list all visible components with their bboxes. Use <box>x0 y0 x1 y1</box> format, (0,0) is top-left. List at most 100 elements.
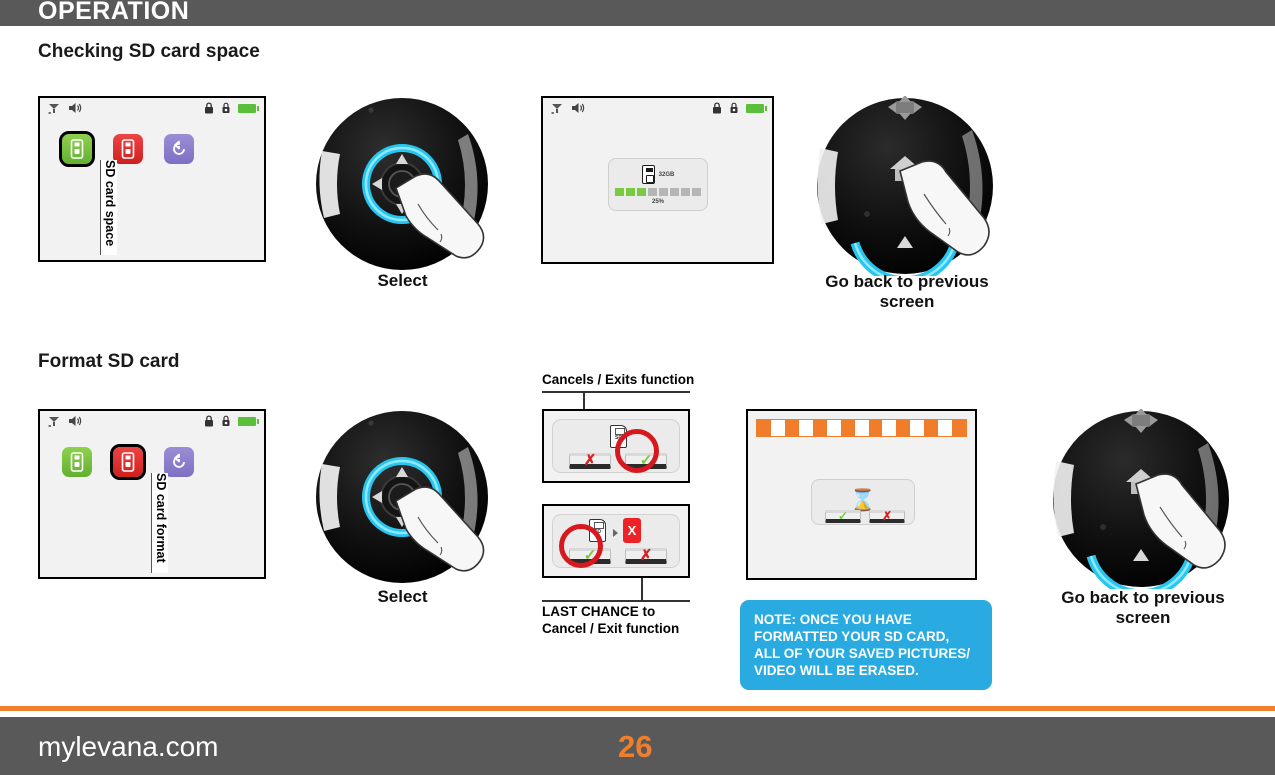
device-screen-sd-card-format-menu: SD card format <box>38 409 266 579</box>
annotation-leader-bottom <box>641 578 643 601</box>
header-bar <box>0 0 1275 26</box>
confirm-button[interactable]: ✓ <box>825 510 861 523</box>
caption-sd-card-space: SD card space <box>100 160 117 255</box>
status-bar <box>543 98 772 120</box>
sd-capacity-row: 32GB <box>641 165 675 184</box>
speaker-icon <box>69 103 82 113</box>
remote-caption-go-back-1: Go back to previous screen <box>825 272 989 311</box>
progress-segment <box>868 420 883 436</box>
section-heading-checking-sd-card-space: Checking SD card space <box>38 41 260 62</box>
sd-usage-segment <box>637 188 646 196</box>
status-right-icons <box>204 102 259 114</box>
sd-usage-segment <box>648 188 657 196</box>
alarm-icon <box>222 415 230 426</box>
cancel-button[interactable]: ✗ <box>869 510 905 523</box>
sd-usage-segment <box>615 188 624 196</box>
status-bar <box>40 411 264 433</box>
sd-usage-bar <box>615 188 701 196</box>
alarm-icon <box>222 102 230 113</box>
sd-card-icon <box>641 165 655 184</box>
progress-segment <box>924 420 939 436</box>
annotation-rule-top <box>542 391 690 393</box>
sd-usage-segment <box>670 188 679 196</box>
caption-sd-card-format: SD card format <box>151 473 168 573</box>
sd-card-format-icon[interactable] <box>110 444 146 480</box>
progress-segment <box>938 420 953 436</box>
reset-icon[interactable] <box>164 134 194 164</box>
sd-card-format-icon[interactable] <box>113 134 143 164</box>
lock-icon <box>713 102 721 114</box>
cancel-button[interactable]: ✗ <box>569 453 611 469</box>
sd-usage-segment <box>681 188 690 196</box>
device-screen-formatting-progress: ⌛ ✓ ✗ <box>746 409 977 580</box>
status-right-icons <box>712 102 767 114</box>
alarm-icon <box>730 102 738 113</box>
battery-icon <box>746 103 767 113</box>
remote-caption-select-2: Select <box>377 587 428 606</box>
highlight-ring-confirm <box>615 429 659 473</box>
annotation-rule-bottom <box>542 600 690 602</box>
sd-card-space-icon[interactable] <box>59 131 95 167</box>
sd-usage-segment <box>659 188 668 196</box>
note-callout: NOTE: ONCE YOU HAVE FORMATTED YOUR SD CA… <box>740 600 992 690</box>
lock-icon <box>205 415 213 427</box>
progress-segment <box>840 420 855 436</box>
device-screen-sd-card-space-detail: 32GB 25% <box>541 96 774 264</box>
battery-icon <box>238 103 259 113</box>
manual-page: OPERATION Checking SD card space SD card… <box>0 0 1275 775</box>
status-left-icons <box>551 102 585 114</box>
sd-usage-percent: 25% <box>651 199 664 205</box>
status-right-icons <box>204 415 259 427</box>
page-title: OPERATION <box>38 0 190 25</box>
sd-space-widget: 32GB 25% <box>608 158 708 211</box>
sd-usage-segment <box>692 188 701 196</box>
hourglass-icon: ⌛ <box>849 489 877 512</box>
progress-segment <box>798 420 813 436</box>
remote-dpad-select-1[interactable] <box>310 96 495 274</box>
dialog-confirm-format-1: SD ✗ ✓ <box>542 409 690 483</box>
signal-icon <box>48 103 59 114</box>
progress-segment <box>896 420 911 436</box>
remote-home-back-2[interactable] <box>1048 409 1238 589</box>
device-screen-sd-card-space-menu: SD card space <box>38 96 266 262</box>
progress-segment <box>910 420 925 436</box>
menu-icon-row <box>62 444 194 480</box>
remote-caption-go-back-2: Go back to previous screen <box>1061 588 1225 627</box>
progress-segment <box>784 420 799 436</box>
section-heading-format-sd-card: Format SD card <box>38 351 180 372</box>
cancel-x-icon: ✗ <box>639 546 653 564</box>
footer-page-number: 26 <box>618 729 653 764</box>
dialog-confirm-format-2: SD X ✓ ✗ <box>542 504 690 578</box>
confirm-check-icon: ✓ <box>837 509 849 523</box>
footer-accent-rule <box>0 706 1275 711</box>
annotation-cancels-exits: Cancels / Exits function <box>542 372 695 387</box>
progress-segment <box>882 420 897 436</box>
remote-home-back-1[interactable] <box>812 96 1002 276</box>
arrow-right-icon <box>613 529 618 537</box>
status-left-icons <box>48 102 82 114</box>
erase-warning-icon: X <box>623 518 641 543</box>
progress-segment <box>812 420 827 436</box>
speaker-icon <box>69 416 82 426</box>
remote-dpad-select-2[interactable] <box>310 409 495 587</box>
cancel-x-icon: ✗ <box>881 509 893 523</box>
signal-icon <box>48 416 59 427</box>
progress-segment <box>770 420 785 436</box>
highlight-ring-confirm <box>559 524 603 568</box>
cancel-button[interactable]: ✗ <box>625 548 667 564</box>
sd-capacity-label: 32GB <box>658 171 675 178</box>
sd-card-space-icon[interactable] <box>62 447 92 477</box>
lock-icon <box>205 102 213 114</box>
progress-segment <box>952 420 966 436</box>
annotation-last-chance: LAST CHANCE to Cancel / Exit function <box>542 604 680 636</box>
remote-caption-select-1: Select <box>377 271 428 290</box>
cancel-x-icon: ✗ <box>583 451 597 469</box>
status-left-icons <box>48 415 82 427</box>
menu-icon-row <box>59 131 194 167</box>
speaker-icon <box>572 103 585 113</box>
battery-icon <box>238 416 259 426</box>
formatting-dialog: ⌛ ✓ ✗ <box>811 479 915 525</box>
status-bar <box>40 98 264 120</box>
reset-icon[interactable] <box>164 447 194 477</box>
sd-usage-segment <box>626 188 635 196</box>
